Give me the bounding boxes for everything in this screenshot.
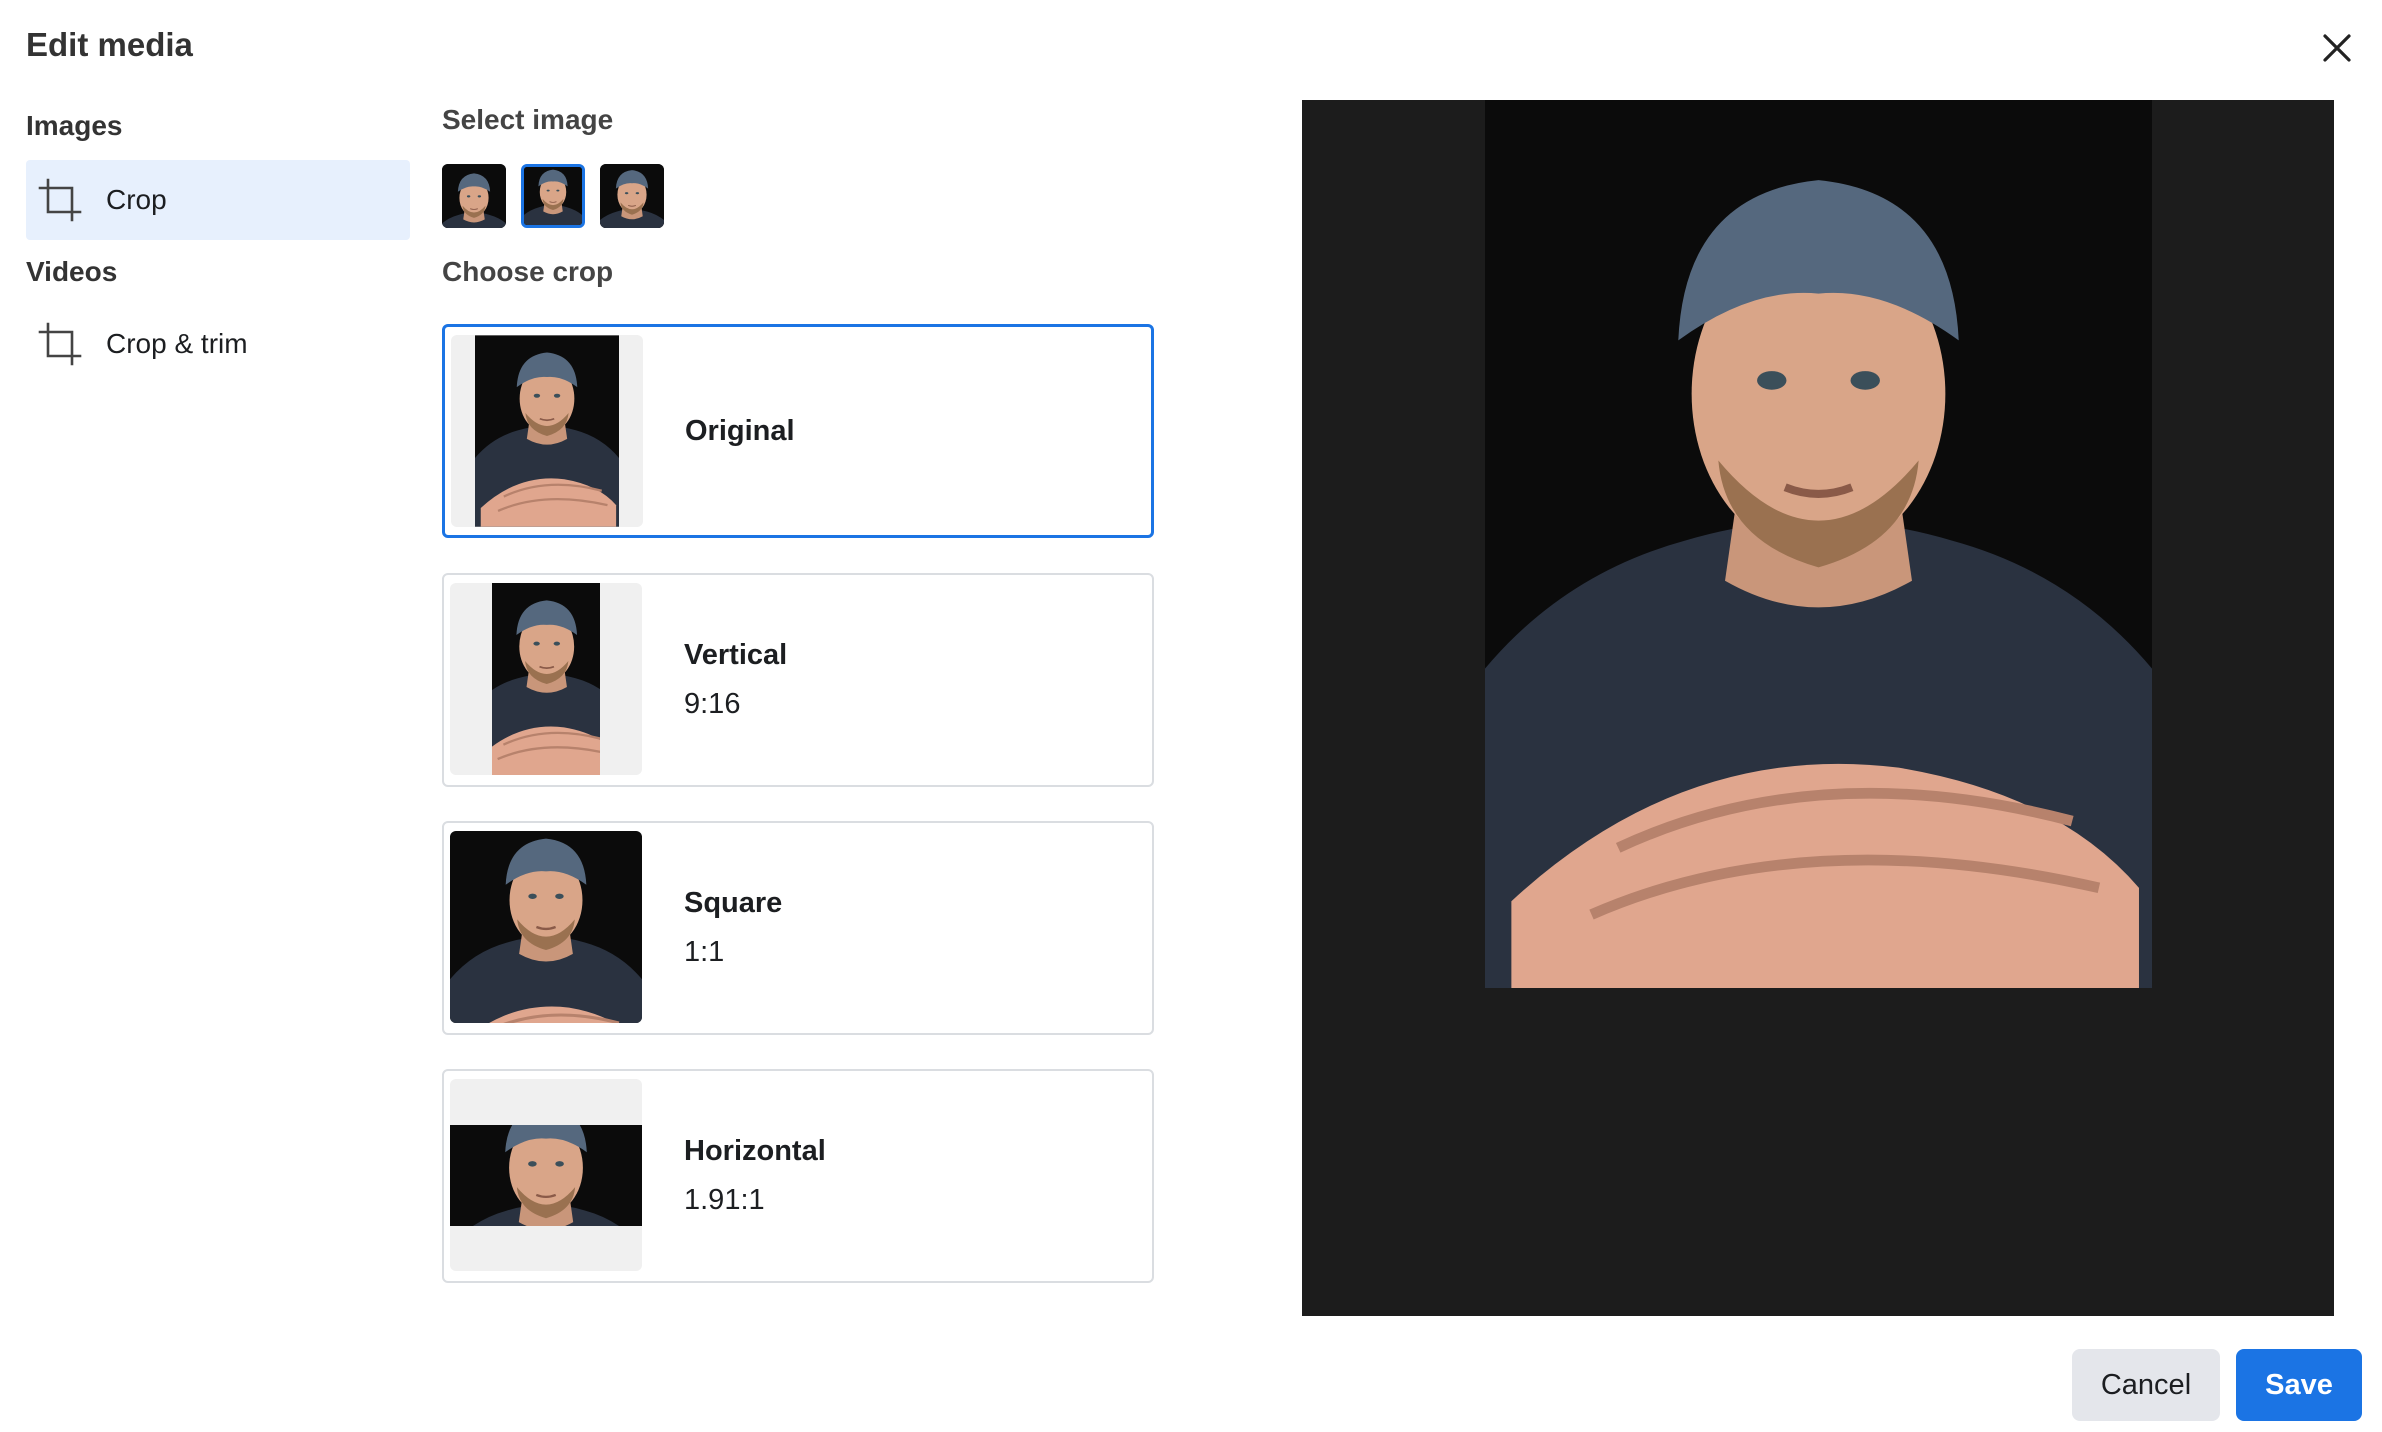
crop-preview-original: [451, 335, 643, 527]
crop-preview-horizontal: [450, 1079, 642, 1271]
portrait-photo: [492, 583, 600, 775]
crop-preview-vertical: [450, 583, 642, 775]
crop-option-vertical[interactable]: Vertical 9:16: [442, 573, 1154, 787]
crop-option-original[interactable]: Original: [442, 324, 1154, 538]
crop-option-horizontal[interactable]: Horizontal 1.91:1: [442, 1069, 1154, 1283]
crop-preview-square: [450, 831, 642, 1023]
videos-heading: Videos: [26, 256, 118, 287]
close-button[interactable]: [2315, 26, 2359, 70]
crop-option-ratio: 1:1: [684, 936, 725, 968]
crop-option-name: Original: [685, 414, 795, 447]
portrait-photo: [1485, 100, 2152, 988]
nav-item-crop-and-trim[interactable]: Crop & trim: [26, 304, 410, 384]
crop-option-name: Horizontal: [684, 1135, 826, 1167]
portrait-photo: [450, 831, 642, 1023]
select-image-label: Select image: [442, 104, 614, 135]
edit-media-dialog: Edit media Images Crop Videos Crop & tri…: [0, 0, 2382, 1432]
portrait-photo: [600, 164, 664, 228]
dialog-title: Edit media: [26, 26, 193, 63]
crop-preview-pane: [1302, 100, 2334, 1316]
image-thumbnail-3[interactable]: [600, 164, 664, 228]
image-thumbnail-2[interactable]: [521, 164, 585, 228]
nav-item-label: Crop & trim: [106, 328, 248, 359]
portrait-photo: [524, 167, 582, 225]
nav-item-crop[interactable]: Crop: [26, 160, 410, 240]
crop-option-name: Vertical: [684, 639, 788, 671]
portrait-photo: [450, 1124, 642, 1226]
nav-item-label: Crop: [106, 184, 167, 215]
portrait-photo: [442, 164, 506, 228]
close-icon: [2323, 34, 2351, 62]
crop-option-ratio: 1.91:1: [684, 1184, 765, 1216]
crop-icon: [36, 320, 84, 368]
choose-crop-label: Choose crop: [442, 256, 614, 287]
image-thumbnail-1[interactable]: [442, 164, 506, 228]
crop-option-ratio: 9:16: [684, 688, 741, 720]
crop-option-square[interactable]: Square 1:1: [442, 821, 1154, 1035]
images-heading: Images: [26, 110, 123, 141]
crop-icon: [36, 176, 84, 224]
portrait-photo: [475, 335, 619, 527]
save-button[interactable]: Save: [2236, 1349, 2362, 1421]
cancel-button[interactable]: Cancel: [2072, 1349, 2220, 1421]
crop-option-name: Square: [684, 887, 783, 919]
image-thumbnails: [442, 164, 664, 228]
